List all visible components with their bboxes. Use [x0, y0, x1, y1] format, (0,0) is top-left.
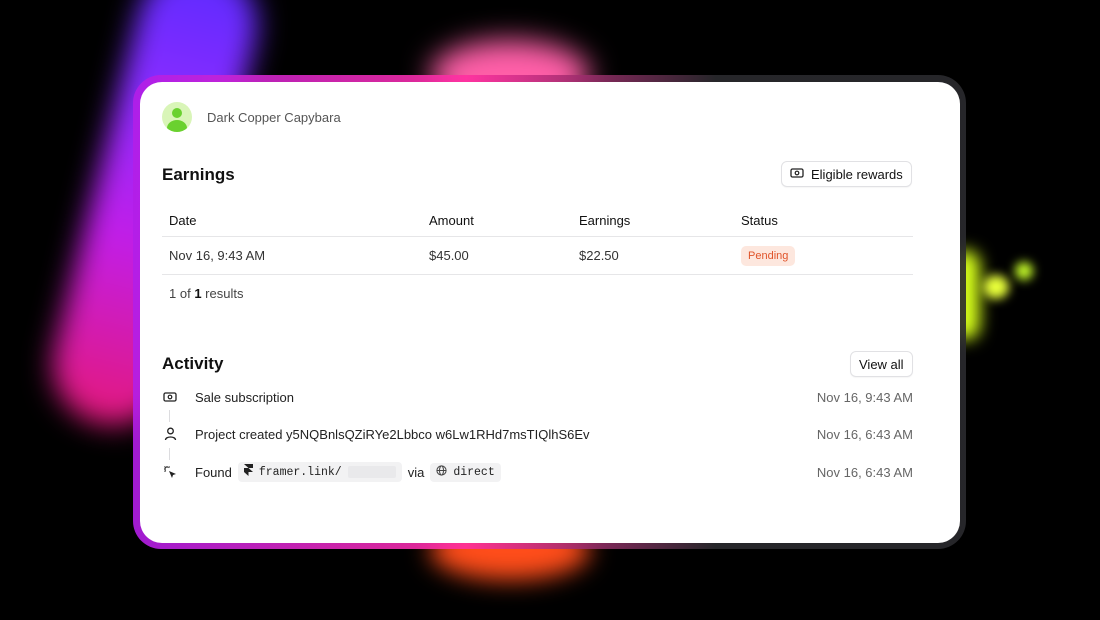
activity-item[interactable]: Sale subscription Nov 16, 9:43 AM: [162, 387, 913, 407]
results-prefix: 1 of: [169, 286, 191, 301]
timeline-connector: [169, 410, 170, 422]
framer-icon: [243, 464, 253, 480]
money-icon: [162, 389, 178, 405]
activity-time: Nov 16, 6:43 AM: [816, 464, 913, 480]
column-header-earnings: Earnings: [579, 212, 631, 228]
eligible-rewards-button[interactable]: Eligible rewards: [781, 161, 912, 187]
link-text: framer.link/: [258, 465, 342, 479]
eligible-rewards-label: Eligible rewards: [811, 166, 903, 182]
view-all-button[interactable]: View all: [850, 351, 913, 377]
activity-time: Nov 16, 6:43 AM: [816, 426, 913, 442]
user-header: Dark Copper Capybara: [162, 102, 341, 132]
results-suffix: results: [205, 286, 244, 301]
cursor-click-icon: [162, 464, 178, 480]
cell-earnings: $22.50: [579, 248, 619, 263]
activity-text: Sale subscription: [195, 389, 294, 405]
via-label: via: [407, 464, 425, 480]
earnings-title: Earnings: [162, 165, 235, 184]
source-text: direct: [453, 465, 495, 479]
cell-amount: $45.00: [429, 248, 469, 263]
table-row[interactable]: Nov 16, 9:43 AM $45.00 $22.50 Pending: [162, 237, 913, 275]
redacted-slug: [347, 466, 396, 478]
activity-text: Project created y5NQBnlsQZiRYe2Lbbco w6L…: [195, 426, 590, 442]
activity-item[interactable]: Found framer.link/ via direct Nov 16, 6:…: [162, 462, 913, 482]
background-glow-dot: [983, 275, 1009, 299]
column-header-date: Date: [169, 212, 197, 228]
status-badge: Pending: [741, 245, 796, 266]
found-label: Found: [195, 464, 232, 480]
avatar: [162, 102, 192, 132]
source-chip: direct: [430, 462, 501, 482]
earnings-card: Dark Copper Capybara Earnings Eligible r…: [140, 82, 960, 543]
activity-title: Activity: [162, 354, 224, 373]
column-header-status: Status: [741, 212, 778, 228]
results-count: 1 of 1 results: [169, 286, 243, 301]
activity-text: Found framer.link/ via direct: [195, 462, 501, 482]
money-icon: [790, 167, 804, 182]
table-header: Date Amount Earnings Status: [162, 204, 913, 237]
globe-icon: [436, 464, 447, 480]
earnings-table: Date Amount Earnings Status Nov 16, 9:43…: [162, 204, 913, 275]
background-glow-dot: [1015, 262, 1033, 280]
view-all-label: View all: [859, 356, 904, 372]
column-header-amount: Amount: [429, 212, 474, 228]
link-chip[interactable]: framer.link/: [237, 462, 402, 482]
user-name: Dark Copper Capybara: [207, 109, 341, 125]
results-number: 1: [194, 286, 202, 301]
activity-item[interactable]: Project created y5NQBnlsQZiRYe2Lbbco w6L…: [162, 424, 913, 444]
activity-time: Nov 16, 9:43 AM: [816, 389, 913, 405]
timeline-connector: [169, 448, 170, 460]
cell-date: Nov 16, 9:43 AM: [169, 248, 266, 263]
user-icon: [162, 426, 178, 442]
